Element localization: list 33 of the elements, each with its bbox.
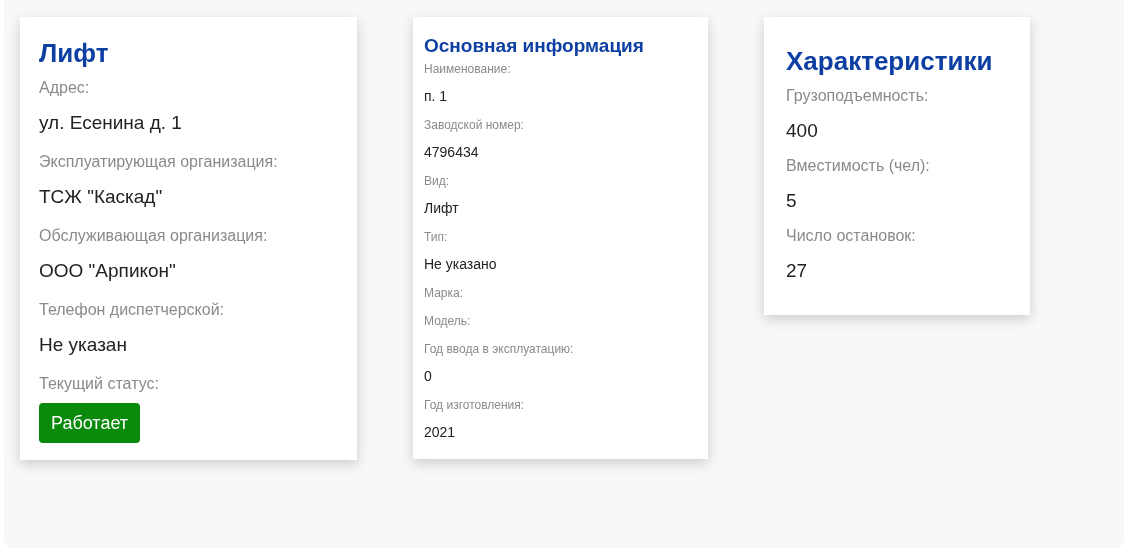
field-value: Не указано: [424, 255, 498, 273]
field-label: Модель:: [424, 313, 472, 329]
field-value: Не указан: [39, 333, 128, 357]
field-value: Лифт: [424, 199, 460, 217]
field-label: Обслуживающая организация:: [39, 226, 269, 246]
field-label: Грузоподъемность:: [786, 86, 930, 106]
field-value: ул. Есенина д. 1: [39, 111, 183, 135]
field-label: Год изготовления:: [424, 397, 526, 413]
field-value: 27: [786, 259, 809, 283]
field-label: Вид:: [424, 173, 451, 189]
field-value: ТСЖ "Каскад": [39, 185, 164, 209]
status-badge: Работает: [39, 403, 141, 443]
field-value: 5: [786, 189, 798, 213]
field-label: Год ввода в эксплуатацию:: [424, 341, 575, 357]
field-label: Текущий статус:: [39, 374, 160, 394]
field-value: 4796434: [424, 143, 480, 161]
field-value: 2021: [424, 423, 457, 441]
field-label: Заводской номер:: [424, 117, 525, 133]
field-value: п. 1: [424, 87, 449, 105]
field-label: Марка:: [424, 285, 464, 301]
card-title: Лифт: [39, 37, 110, 69]
card-title: Основная информация: [424, 34, 645, 58]
field-label: Вместимость (чел):: [786, 156, 931, 176]
field-label: Тип:: [424, 229, 449, 245]
field-label: Число остановок:: [786, 226, 917, 246]
field-value: 0: [424, 367, 433, 385]
field-label: Эксплуатирующая организация:: [39, 152, 279, 172]
field-value: ООО "Арпикон": [39, 259, 177, 283]
card-title: Характеристики: [786, 45, 994, 77]
field-label: Адрес:: [39, 78, 91, 98]
field-label: Телефон диспетчерской:: [39, 300, 226, 320]
field-value: 400: [786, 119, 819, 143]
field-label: Наименование:: [424, 61, 512, 77]
